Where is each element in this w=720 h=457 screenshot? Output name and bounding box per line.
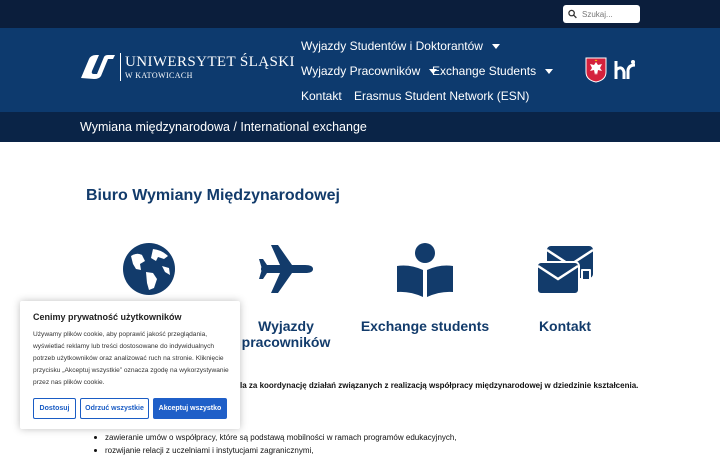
card-contact-title[interactable]: Kontakt	[515, 318, 615, 334]
search-input[interactable]	[582, 9, 640, 19]
list-item: rozwijanie relacji z uczelniami i instyt…	[93, 444, 457, 457]
breadcrumb-bar: Wymiana międzynarodowa / International e…	[0, 112, 720, 142]
accept-all-button[interactable]: Akceptuj wszystko	[153, 398, 227, 419]
card-staff-title-line2: pracowników	[241, 334, 331, 350]
cookie-consent-dialog: Cenimy prywatność użytkowników Używamy p…	[20, 301, 240, 429]
reading-person-icon[interactable]	[396, 242, 454, 298]
search-box[interactable]	[563, 5, 640, 23]
globe-icon[interactable]	[122, 242, 176, 296]
nav-exchange[interactable]: Exchange Students	[432, 64, 554, 78]
polish-eagle-emblem-icon[interactable]	[585, 57, 607, 83]
nav-contact[interactable]: Kontakt	[301, 89, 342, 103]
nav-staff[interactable]: Wyjazdy Pracowników	[301, 64, 438, 78]
nav-students[interactable]: Wyjazdy Studentów i Doktorantów	[301, 39, 500, 53]
nav-students-label: Wyjazdy Studentów i Doktorantów	[301, 39, 483, 53]
hr-excellence-icon[interactable]	[613, 58, 637, 82]
chevron-down-icon[interactable]	[545, 68, 554, 74]
logo-text: UNIWERSYTET ŚLĄSKI W KATOWICACH	[125, 54, 295, 81]
site-header: UNIWERSYTET ŚLĄSKI W KATOWICACH Wyjazdy …	[0, 28, 720, 112]
university-logo[interactable]: UNIWERSYTET ŚLĄSKI W KATOWICACH	[80, 53, 295, 81]
breadcrumb: Wymiana międzynarodowa / International e…	[80, 120, 367, 134]
card-exchange-title[interactable]: Exchange students	[360, 318, 490, 334]
airplane-icon[interactable]	[258, 243, 314, 295]
university-logo-mark-icon	[81, 55, 115, 79]
page-title: Biuro Wymiany Międzynarodowej	[86, 187, 340, 204]
customize-button[interactable]: Dostosuj	[33, 398, 76, 419]
logo-city: W KATOWICACH	[125, 70, 193, 80]
intro-text: la za koordynację działań związanych z r…	[240, 381, 639, 390]
list-item: zawieranie umów o współpracy, które są p…	[93, 431, 457, 444]
nav-esn-label: Erasmus Student Network (ESN)	[354, 89, 530, 103]
reject-all-button[interactable]: Odrzuć wszystkie	[80, 398, 149, 419]
card-staff-title[interactable]: Wyjazdy pracowników	[236, 318, 336, 350]
nav-staff-label: Wyjazdy Pracowników	[301, 64, 421, 78]
nav-esn[interactable]: Erasmus Student Network (ESN)	[354, 89, 529, 103]
nav-exchange-label: Exchange Students	[432, 64, 537, 78]
card-staff-title-line1: Wyjazdy	[258, 318, 314, 334]
cookie-text: Używamy plików cookie, aby poprawić jako…	[33, 331, 229, 386]
tasks-list: zawieranie umów o współpracy, które są p…	[93, 431, 457, 457]
chevron-down-icon[interactable]	[491, 43, 500, 49]
logo-name: UNIWERSYTET ŚLĄSKI	[125, 53, 295, 70]
logo-divider	[120, 53, 121, 81]
search-icon[interactable]	[568, 9, 577, 19]
envelopes-icon[interactable]	[536, 245, 594, 295]
cookie-title: Cenimy prywatność użytkowników	[33, 312, 182, 322]
nav-contact-label: Kontakt	[301, 89, 342, 103]
top-bar	[0, 0, 720, 28]
